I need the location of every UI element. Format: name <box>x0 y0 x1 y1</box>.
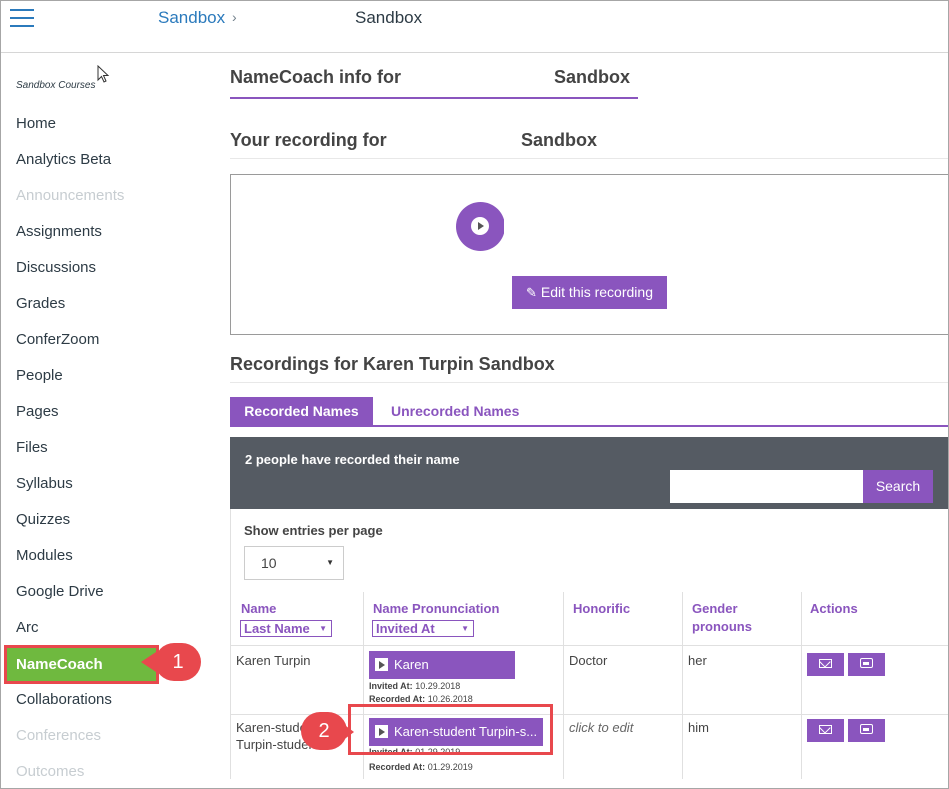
callout-2-arrow <box>338 720 354 744</box>
column-divider <box>801 592 802 779</box>
column-divider <box>563 592 564 779</box>
sidebar-item-arc[interactable]: Arc <box>16 616 39 640</box>
caret-down-icon: ▼ <box>319 624 327 633</box>
row2-pronouns: him <box>688 720 709 735</box>
sort-invited-at-label: Invited At <box>376 621 435 636</box>
breadcrumb-current: Sandbox <box>355 8 423 27</box>
row-divider <box>231 645 948 646</box>
sidebar-item-google-drive[interactable]: Google Drive <box>16 580 104 604</box>
tab-underline <box>230 425 948 427</box>
sidebar-item-modules[interactable]: Modules <box>16 544 73 568</box>
sidebar-item-assignments[interactable]: Assignments <box>16 220 102 244</box>
column-header-gender: Gender <box>692 601 738 616</box>
edit-recording-button[interactable]: ✎ Edit this recording <box>512 276 667 309</box>
sidebar-item-outcomes[interactable]: Outcomes <box>16 760 84 784</box>
divider <box>230 382 948 383</box>
sidebar-item-collaborations[interactable]: Collaborations <box>16 688 112 712</box>
breadcrumb-separator-icon: › <box>232 9 237 25</box>
play-icon <box>471 217 489 235</box>
sidebar-subtitle: Sandbox Courses <box>16 80 96 91</box>
inbox-icon <box>860 658 873 669</box>
play-icon <box>375 658 388 672</box>
breadcrumb-course-link[interactable]: Sandbox <box>158 8 225 28</box>
entries-value: 10 <box>261 555 277 571</box>
app-frame: Sandbox › Sandbox Sandbox Courses Home A… <box>0 0 949 789</box>
divider <box>230 158 948 159</box>
sort-last-name-label: Last Name <box>244 621 310 636</box>
search-input[interactable] <box>670 470 863 503</box>
row2-inbox-button[interactable] <box>848 719 885 742</box>
inbox-icon <box>860 724 873 735</box>
column-header-pronunciation: Name Pronunciation <box>373 601 500 616</box>
sidebar-item-conferzoom[interactable]: ConferZoom <box>16 328 99 352</box>
mouse-cursor-icon <box>97 65 110 83</box>
row2-recorded-at: Recorded At: 01.29.2019 <box>369 762 473 772</box>
column-header-actions: Actions <box>810 601 858 616</box>
row1-honorific: Doctor <box>569 653 608 668</box>
sidebar-item-conferences[interactable]: Conferences <box>16 724 101 748</box>
recording-title: Your recording for <box>230 130 387 150</box>
row1-inbox-button[interactable] <box>848 653 885 676</box>
sidebar-item-namecoach-label: NameCoach <box>16 656 103 673</box>
caret-down-icon: ▼ <box>461 624 469 633</box>
row1-play-label: Karen <box>394 657 429 672</box>
recording-title-course: Sandbox <box>521 130 598 150</box>
callout-1-badge: 1 <box>155 643 201 681</box>
row1-pronouns: her <box>688 653 707 668</box>
row2-email-button[interactable] <box>807 719 844 742</box>
row1-email-button[interactable] <box>807 653 844 676</box>
column-header-pronouns: pronouns <box>692 619 752 634</box>
recorded-summary-panel: 2 people have recorded their name Search <box>230 437 948 509</box>
column-divider <box>682 592 683 779</box>
overlay-mask <box>504 195 516 259</box>
sort-invited-at-select[interactable]: Invited At ▼ <box>372 620 474 637</box>
sidebar-item-namecoach[interactable]: NameCoach <box>4 645 159 684</box>
caret-down-icon: ▼ <box>326 558 334 567</box>
sidebar-item-syllabus[interactable]: Syllabus <box>16 472 73 496</box>
page-title-course: Sandbox <box>554 67 631 87</box>
sidebar-item-discussions[interactable]: Discussions <box>16 256 96 280</box>
sidebar-item-quizzes[interactable]: Quizzes <box>16 508 70 532</box>
edit-recording-label: Edit this recording <box>540 284 653 300</box>
play-recording-button[interactable] <box>456 202 505 251</box>
search-button[interactable]: Search <box>863 470 933 503</box>
top-bar: Sandbox › Sandbox <box>1 1 948 53</box>
recording-panel: ✎ Edit this recording <box>230 174 948 335</box>
page-title-text: NameCoach info for <box>230 67 402 87</box>
callout-2-highlight <box>348 704 553 755</box>
pencil-icon: ✎ <box>526 285 537 300</box>
sidebar-item-people[interactable]: People <box>16 364 63 388</box>
recordings-section-title: Recordings for Karen Turpin Sandbox <box>230 354 555 374</box>
sidebar-item-analytics[interactable]: Analytics Beta <box>16 148 111 172</box>
tab-recorded-names[interactable]: Recorded Names <box>230 397 373 426</box>
sort-last-name-select[interactable]: Last Name ▼ <box>240 620 332 637</box>
sidebar-item-grades[interactable]: Grades <box>16 292 65 316</box>
column-header-honorific: Honorific <box>573 601 631 616</box>
sidebar-item-files[interactable]: Files <box>16 436 48 460</box>
sidebar-item-home[interactable]: Home <box>16 112 56 136</box>
page-title: NameCoach info for Sandbox <box>230 65 638 99</box>
recorded-count-text: 2 people have recorded their name <box>245 452 460 467</box>
row1-invited-at: Invited At: 10.29.2018 <box>369 681 461 691</box>
sidebar-item-pages[interactable]: Pages <box>16 400 59 424</box>
show-entries-label: Show entries per page <box>244 523 383 538</box>
column-header-name: Name <box>241 601 277 616</box>
row1-recorded-at: Recorded At: 10.26.2018 <box>369 694 473 704</box>
envelope-icon <box>819 658 832 668</box>
tab-unrecorded-names[interactable]: Unrecorded Names <box>391 397 519 426</box>
row1-play-pronunciation-button[interactable]: Karen <box>369 651 515 679</box>
row2-honorific-edit[interactable]: click to edit <box>569 719 633 736</box>
entries-per-page-select[interactable]: 10 ▼ <box>244 546 344 580</box>
sidebar-item-announcements[interactable]: Announcements <box>16 184 124 208</box>
hamburger-menu-icon[interactable] <box>10 9 34 29</box>
envelope-icon <box>819 724 832 734</box>
row1-name: Karen Turpin <box>236 653 311 668</box>
